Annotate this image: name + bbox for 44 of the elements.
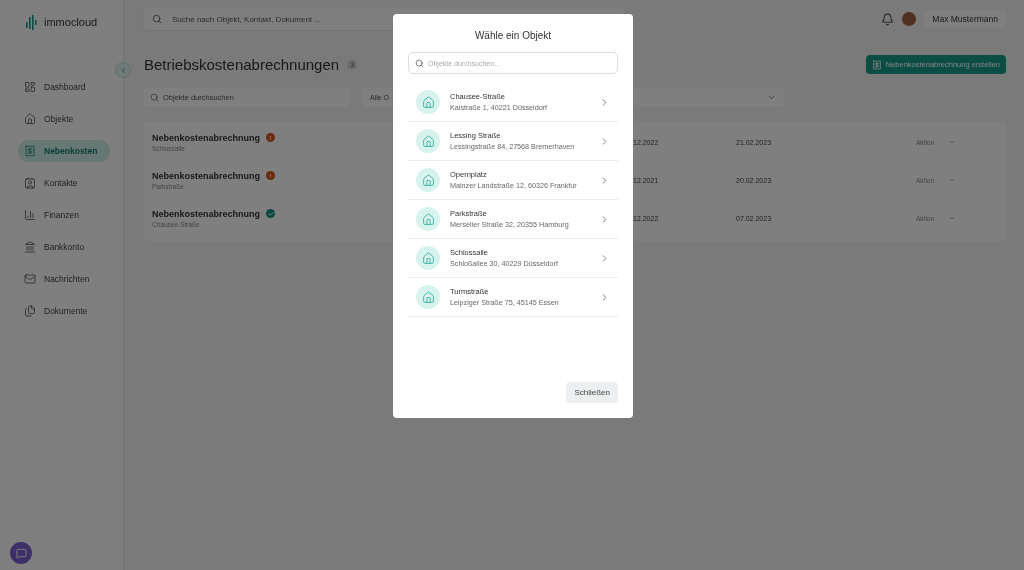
nav-icon	[24, 177, 36, 189]
check-icon	[266, 209, 276, 218]
close-button[interactable]: Schließen	[566, 382, 618, 403]
sidebar-item[interactable]: Kontakte	[18, 172, 123, 194]
user-name[interactable]: Max Mustermann	[924, 10, 1006, 28]
nav-icon	[24, 81, 36, 93]
sidebar-item[interactable]: Bankkonto	[18, 236, 123, 258]
chevron-down-icon	[948, 138, 957, 146]
chevron-down-icon	[948, 214, 957, 222]
sidebar-item[interactable]: Finanzen	[18, 204, 123, 226]
chevron-down-icon	[767, 93, 776, 102]
bell-icon[interactable]	[881, 12, 895, 26]
house-icon	[416, 246, 440, 270]
row-title: Nebenkostenabrechnung	[152, 132, 261, 143]
search-icon	[152, 14, 162, 24]
search-icon	[150, 93, 159, 102]
page-title: Betriebskostenabrechnungen	[144, 56, 340, 73]
nav-icon	[24, 241, 36, 253]
nav-icon	[24, 113, 36, 125]
chat-button[interactable]	[10, 542, 32, 564]
chevron-down-icon	[948, 176, 957, 184]
house-icon	[416, 285, 440, 309]
nav-icon	[24, 305, 36, 317]
nav-icon	[24, 145, 36, 157]
house-icon	[416, 129, 440, 153]
sidebar-item[interactable]: Objekte	[18, 108, 123, 130]
sidebar-item[interactable]: Dashboard	[18, 76, 123, 98]
nav-icon	[24, 209, 36, 221]
row-title: Nebenkostenabrechnung	[152, 170, 261, 181]
house-icon	[416, 168, 440, 192]
sidebar-item[interactable]: Nachrichten	[18, 268, 123, 290]
dialog-title: Wähle ein Objekt	[473, 30, 553, 41]
nav-icon	[24, 273, 36, 285]
row-title: Nebenkostenabrechnung	[152, 208, 261, 219]
avatar[interactable]	[902, 12, 917, 26]
house-icon	[416, 90, 440, 114]
search-icon	[415, 58, 424, 68]
chat-icon	[15, 547, 27, 559]
house-icon	[416, 207, 440, 231]
sidebar-item[interactable]: Dokumente	[18, 300, 123, 322]
document-icon	[871, 59, 882, 70]
brand-name: immocloud	[44, 16, 98, 28]
sidebar-item[interactable]: Nebenkosten	[18, 140, 110, 162]
logo-icon	[24, 14, 38, 30]
